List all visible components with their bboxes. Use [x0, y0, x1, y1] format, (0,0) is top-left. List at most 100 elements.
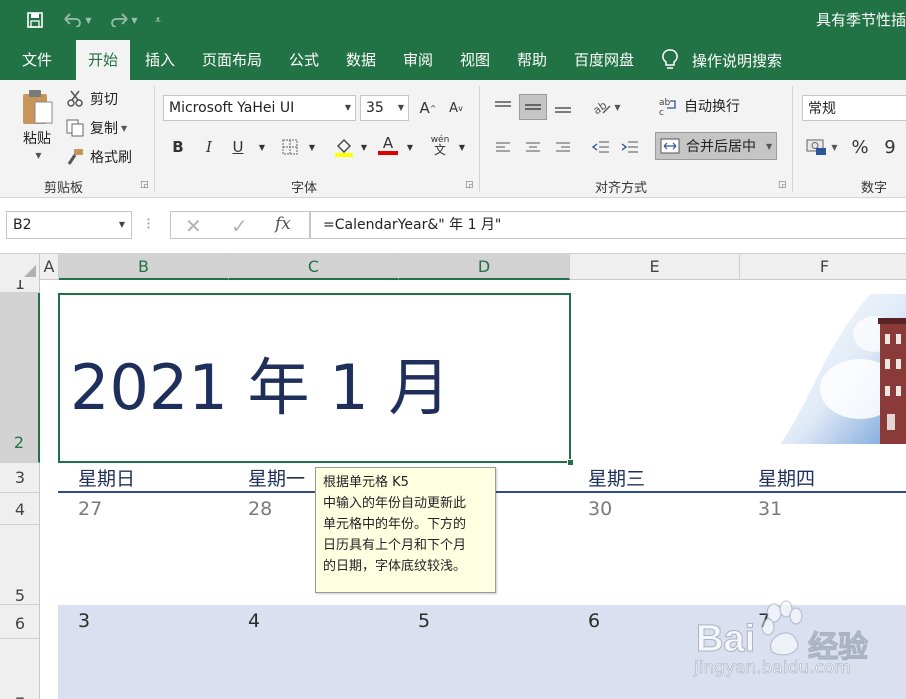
column-header-c[interactable]: C	[229, 254, 399, 280]
row-headers: 1 2 3 4 5 6 7	[0, 280, 40, 699]
column-header-e[interactable]: E	[570, 254, 740, 280]
redo-icon[interactable]: ▼	[104, 8, 144, 32]
cut-label: 剪切	[90, 92, 118, 108]
title-bar: ▼ ▼ ⩡ 具有季节性插	[0, 0, 906, 40]
merge-center-label: 合并后居中	[686, 139, 756, 155]
fill-handle[interactable]	[567, 459, 574, 466]
align-center-icon[interactable]	[519, 134, 547, 160]
tab-formulas[interactable]: 公式	[277, 40, 331, 80]
svg-text:c: c	[659, 108, 664, 116]
select-all-button[interactable]	[0, 254, 40, 280]
tab-file[interactable]: 文件	[10, 40, 64, 80]
alignment-launcher-icon[interactable]: ◲	[778, 180, 787, 190]
bold-button[interactable]: B	[164, 134, 192, 160]
font-name-select[interactable]: Microsoft YaHei UI ▼	[163, 95, 356, 121]
italic-button[interactable]: I	[195, 134, 223, 160]
comma-style-button[interactable]: 9	[876, 134, 904, 160]
decrease-indent-icon[interactable]	[587, 134, 615, 160]
divider	[154, 86, 155, 192]
baidu-jingyan-watermark: Bai 经验 jingyan.baidu.com	[694, 600, 906, 699]
prev-month-day: 31	[758, 498, 783, 520]
alignment-group-label: 对齐方式	[595, 181, 648, 196]
orientation-icon[interactable]: ab ▼	[587, 94, 625, 120]
tab-home[interactable]: 开始	[76, 40, 131, 80]
column-header-f[interactable]: F	[740, 254, 906, 280]
copy-button[interactable]: 复制 ▼	[66, 118, 127, 138]
tooltip-line: 日历具有上个月和下个月	[323, 538, 467, 553]
tab-review[interactable]: 审阅	[391, 40, 445, 80]
tab-help[interactable]: 帮助	[505, 40, 559, 80]
window-title: 具有季节性插	[815, 11, 906, 29]
underline-dropdown[interactable]: ▼	[248, 134, 276, 160]
align-bottom-icon[interactable]	[549, 94, 577, 120]
cut-button[interactable]: 剪切	[66, 89, 118, 109]
insert-function-button[interactable]: fx	[275, 214, 291, 234]
day-name-wednesday: 星期三	[588, 468, 646, 490]
column-header-a[interactable]: A	[40, 254, 59, 280]
clipboard-launcher-icon[interactable]: ◲	[140, 180, 149, 190]
percent-style-button[interactable]: %	[846, 134, 874, 160]
column-header-b[interactable]: B	[59, 254, 229, 280]
align-right-icon[interactable]	[549, 134, 577, 160]
wrap-text-button[interactable]: ab c 自动换行	[658, 96, 740, 116]
formula-bar-grip-icon[interactable]: ⁝	[146, 214, 151, 233]
row-header-3[interactable]: 3	[0, 463, 40, 493]
watermark-brand: Bai	[695, 618, 756, 661]
tab-page-layout[interactable]: 页面布局	[190, 40, 274, 80]
divider	[479, 86, 480, 192]
tell-me-search[interactable]: 操作说明搜索	[662, 40, 782, 80]
format-painter-button[interactable]: 格式刷	[66, 147, 132, 167]
save-icon[interactable]	[22, 8, 48, 32]
tab-data[interactable]: 数据	[334, 40, 388, 80]
wrap-text-label: 自动换行	[684, 99, 740, 115]
customize-icon[interactable]: ⩡	[150, 8, 166, 32]
day-name-monday: 星期一	[248, 468, 306, 490]
increase-font-icon[interactable]: A ^	[414, 95, 442, 121]
clipboard-icon	[20, 88, 54, 126]
cancel-icon[interactable]: ✕	[185, 214, 202, 238]
row-header-4[interactable]: 4	[0, 493, 40, 525]
align-top-icon[interactable]	[489, 94, 517, 120]
ribbon-tabs: 文件 开始 插入 页面布局 公式 数据 审阅 视图 帮助 百度网盘 操作说明搜索	[0, 40, 906, 80]
scissors-icon	[66, 90, 84, 108]
row-header-7[interactable]: 7	[0, 639, 40, 699]
number-format-select[interactable]: 常规	[802, 95, 906, 121]
calendar-day: 4	[248, 610, 261, 632]
watermark-url: jingyan.baidu.com	[694, 658, 851, 679]
decrease-font-icon[interactable]: Av	[442, 95, 470, 121]
copy-label: 复制	[90, 121, 118, 137]
row-header-6[interactable]: 6	[0, 605, 40, 639]
formula-input[interactable]: =CalendarYear&" 年 1 月"	[310, 211, 906, 239]
align-middle-icon[interactable]	[519, 94, 547, 120]
svg-text:ab: ab	[659, 98, 671, 108]
cell-input-message: 根据单元格 K5 中输入的年份自动更新此 单元格中的年份。下方的 日历具有上个月…	[315, 467, 496, 593]
increase-indent-icon[interactable]	[616, 134, 644, 160]
formula-buttons: ✕ ✓ fx	[170, 211, 310, 239]
font-color-label: A	[382, 134, 394, 152]
tab-view[interactable]: 视图	[448, 40, 502, 80]
row-header-2[interactable]: 2	[0, 293, 40, 463]
align-left-icon[interactable]	[489, 134, 517, 160]
column-header-d[interactable]: D	[399, 254, 570, 280]
enter-icon[interactable]: ✓	[231, 214, 248, 238]
font-size-select[interactable]: 35 ▼	[360, 95, 409, 121]
merge-center-button[interactable]: 合并后居中 ▼	[655, 132, 778, 160]
row-header-1[interactable]: 1	[0, 280, 40, 293]
font-size-value: 35	[366, 100, 384, 116]
borders-dropdown[interactable]: ▼	[298, 134, 326, 160]
svg-text:ab: ab	[591, 99, 609, 116]
undo-icon[interactable]: ▼	[58, 8, 98, 32]
name-box[interactable]: B2 ▼	[6, 211, 132, 239]
paste-button[interactable]: 粘贴 ▼	[14, 88, 60, 160]
row-header-5[interactable]: 5	[0, 525, 40, 605]
font-launcher-icon[interactable]: ◲	[465, 180, 474, 190]
tab-baidu-netdisk[interactable]: 百度网盘	[562, 40, 646, 80]
brush-icon	[66, 148, 84, 166]
formula-bar: B2 ▼ ⁝ ✕ ✓ fx =CalendarYear&" 年 1 月"	[0, 198, 906, 254]
lightbulb-icon	[662, 49, 678, 71]
divider	[792, 86, 793, 192]
tab-insert[interactable]: 插入	[133, 40, 187, 80]
font-color-dropdown[interactable]: ▼	[396, 134, 424, 160]
phonetic-dropdown[interactable]: ▼	[448, 134, 476, 160]
accounting-format-icon[interactable]: ▼	[802, 134, 842, 160]
